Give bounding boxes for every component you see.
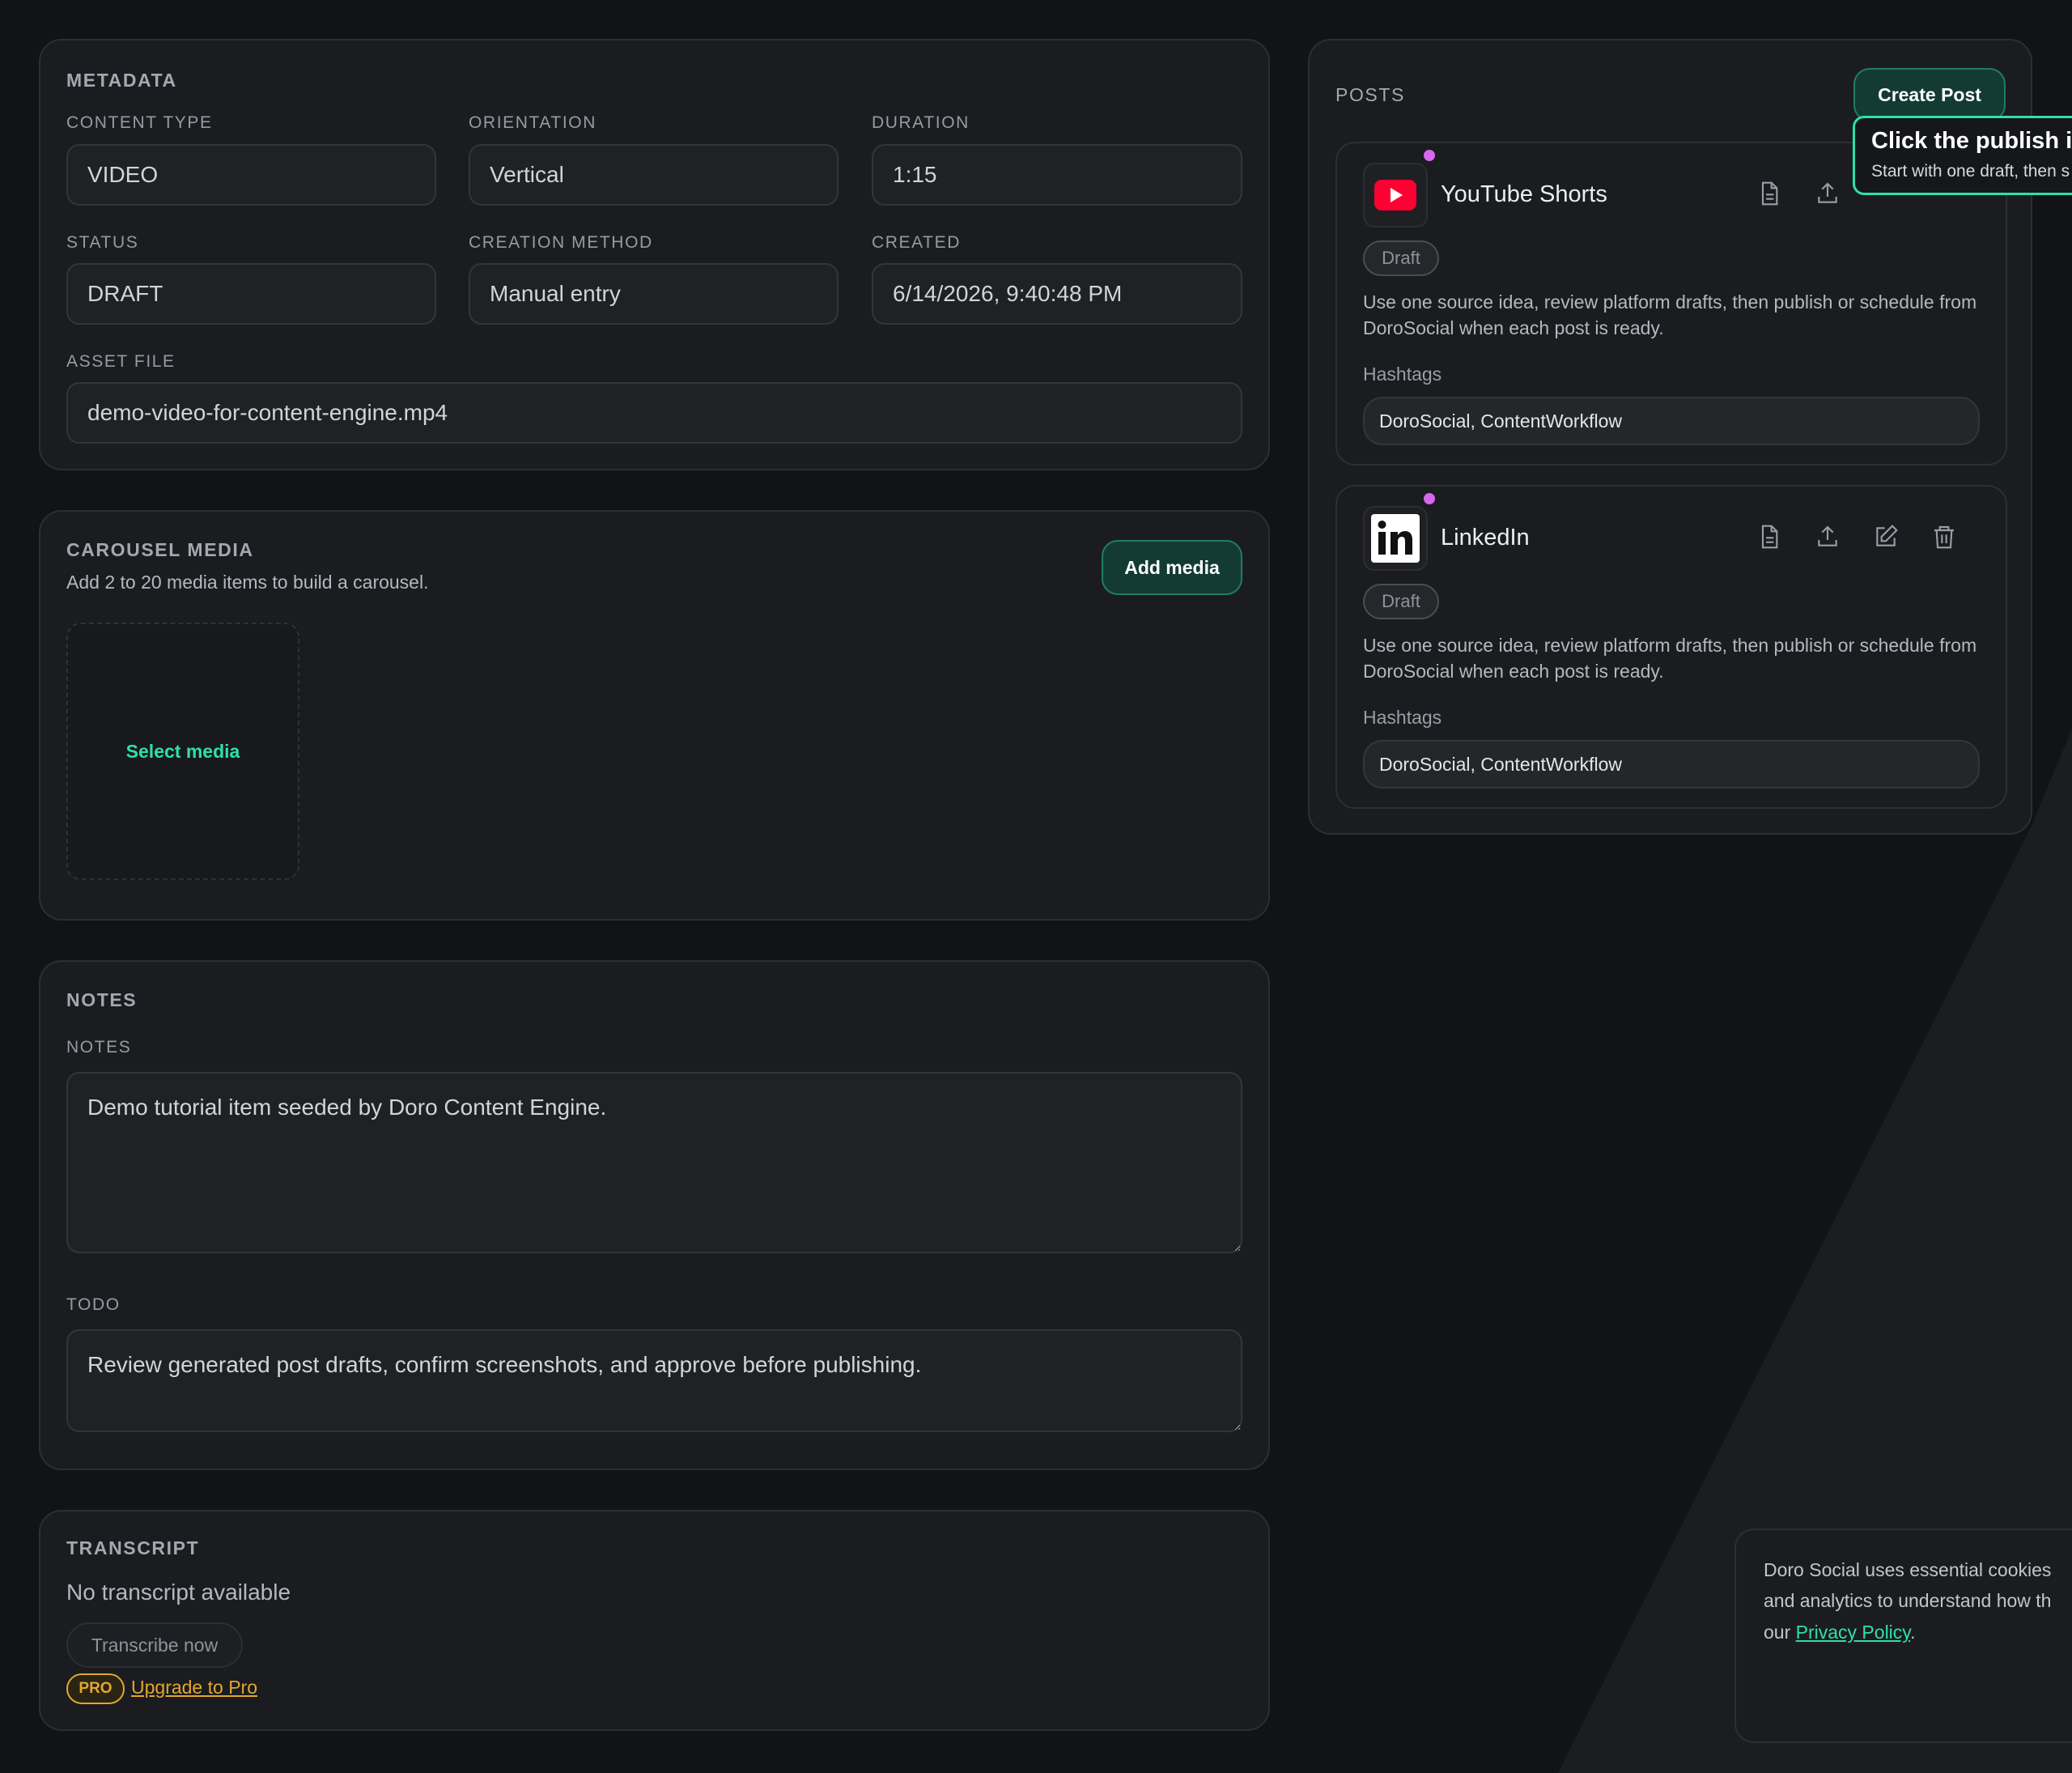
- content-type-field[interactable]: VIDEO: [66, 144, 436, 206]
- hashtags-label: Hashtags: [1363, 364, 1442, 385]
- create-post-button[interactable]: Create Post: [1853, 68, 2006, 121]
- edit-icon[interactable]: [1870, 521, 1902, 553]
- notes-title: NOTES: [66, 989, 138, 1010]
- add-media-button[interactable]: Add media: [1102, 540, 1242, 595]
- metadata-card: METADATA CONTENT TYPE VIDEO ORIENTATION …: [39, 39, 1270, 470]
- status-field[interactable]: DRAFT: [66, 263, 436, 325]
- post-card-linkedin: LinkedIn Draft Use one source idea, revi…: [1335, 485, 2007, 809]
- publish-icon[interactable]: [1811, 521, 1844, 553]
- upgrade-to-pro-link[interactable]: Upgrade to Pro: [131, 1677, 257, 1699]
- transcript-empty-text: No transcript available: [66, 1580, 291, 1605]
- post-text: Use one source idea, review platform dra…: [1363, 635, 1977, 682]
- cookie-line-1: Doro Social uses essential cookies: [1764, 1559, 2052, 1580]
- tooltip-body: Start with one draft, then s: [1871, 162, 2070, 181]
- duration-field[interactable]: 1:15: [872, 144, 1242, 206]
- asset-file-field[interactable]: demo-video-for-content-engine.mp4: [66, 382, 1242, 444]
- cookie-line-3-suffix: .: [1910, 1622, 1916, 1643]
- linkedin-icon: [1363, 506, 1428, 571]
- duration-label: DURATION: [872, 113, 970, 132]
- transcript-card: TRANSCRIPT No transcript available Trans…: [39, 1510, 1270, 1731]
- tooltip-title: Click the publish ic: [1871, 128, 2072, 154]
- document-icon[interactable]: [1753, 521, 1785, 553]
- hashtags-field[interactable]: DoroSocial, ContentWorkflow: [1363, 740, 1980, 789]
- created-label: CREATED: [872, 233, 961, 252]
- notes-label: NOTES: [66, 1038, 132, 1057]
- carousel-media-card: CAROUSEL MEDIA Add 2 to 20 media items t…: [39, 510, 1270, 921]
- orientation-label: ORIENTATION: [469, 113, 597, 132]
- select-media-dropzone[interactable]: Select media: [66, 623, 299, 880]
- publish-icon[interactable]: [1811, 177, 1844, 210]
- post-text: Use one source idea, review platform dra…: [1363, 291, 1977, 338]
- todo-textarea[interactable]: Review generated post drafts, confirm sc…: [66, 1329, 1242, 1432]
- status-badge: Draft: [1363, 240, 1439, 276]
- document-icon[interactable]: [1753, 177, 1785, 210]
- transcribe-now-button[interactable]: Transcribe now: [66, 1622, 243, 1668]
- status-label: STATUS: [66, 233, 139, 252]
- metadata-title: METADATA: [66, 70, 177, 91]
- carousel-title: CAROUSEL MEDIA: [66, 539, 254, 560]
- platform-name: YouTube Shorts: [1441, 181, 1607, 207]
- hashtags-label: Hashtags: [1363, 707, 1442, 728]
- hashtags-field[interactable]: DoroSocial, ContentWorkflow: [1363, 397, 1980, 445]
- status-dot: [1422, 491, 1437, 506]
- cookie-line-3-prefix: our: [1764, 1622, 1796, 1643]
- content-type-label: CONTENT TYPE: [66, 113, 213, 132]
- cookie-line-2: and analytics to understand how th: [1764, 1590, 2052, 1611]
- notes-card: NOTES NOTES Demo tutorial item seeded by…: [39, 960, 1270, 1470]
- creation-method-field[interactable]: Manual entry: [469, 263, 839, 325]
- cookie-banner: Doro Social uses essential cookies and a…: [1734, 1529, 2072, 1743]
- cookie-line-3: our Privacy Policy.: [1764, 1622, 1915, 1643]
- creation-method-label: CREATION METHOD: [469, 233, 653, 252]
- status-badge: Draft: [1363, 584, 1439, 619]
- orientation-field[interactable]: Vertical: [469, 144, 839, 206]
- notes-textarea[interactable]: Demo tutorial item seeded by Doro Conten…: [66, 1072, 1242, 1253]
- posts-title: POSTS: [1335, 84, 1405, 105]
- carousel-subtitle: Add 2 to 20 media items to build a carou…: [66, 572, 429, 593]
- status-dot: [1422, 148, 1437, 163]
- platform-name: LinkedIn: [1441, 525, 1530, 551]
- onboarding-tooltip[interactable]: Click the publish ic Start with one draf…: [1853, 116, 2072, 195]
- youtube-icon: [1363, 163, 1428, 227]
- privacy-policy-link[interactable]: Privacy Policy: [1796, 1622, 1910, 1643]
- transcript-title: TRANSCRIPT: [66, 1537, 200, 1558]
- trash-icon[interactable]: [1928, 521, 1960, 553]
- pro-badge: PRO: [66, 1673, 125, 1704]
- todo-label: TODO: [66, 1295, 121, 1314]
- asset-file-label: ASSET FILE: [66, 352, 176, 371]
- created-field[interactable]: 6/14/2026, 9:40:48 PM: [872, 263, 1242, 325]
- select-media-label: Select media: [125, 740, 240, 762]
